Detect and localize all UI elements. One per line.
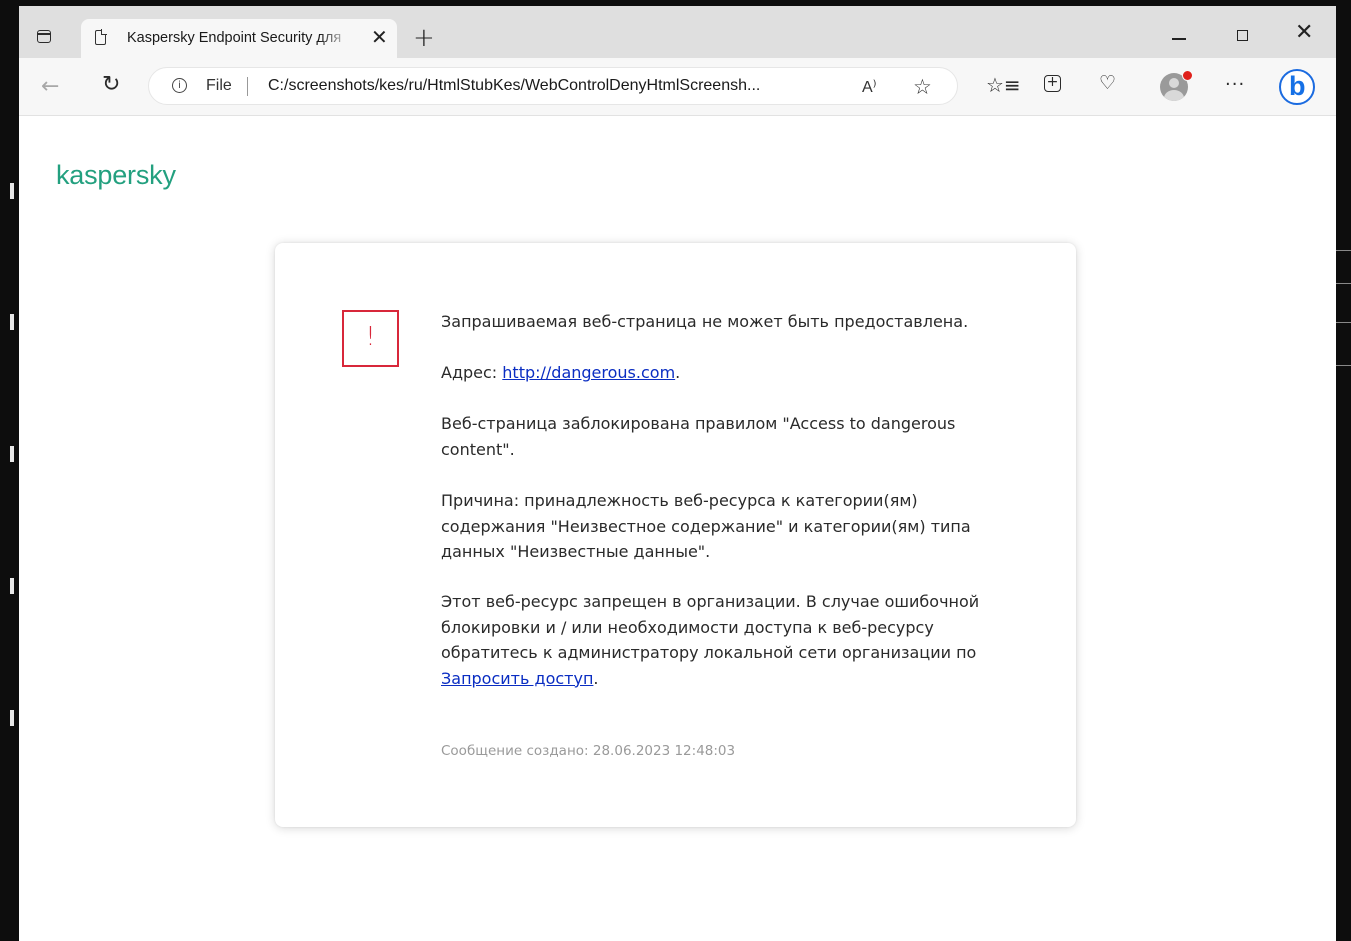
reason-text: Причина: принадлежность веб-ресурса к ка… [441, 491, 971, 561]
tab-close-icon[interactable]: ✕ [371, 27, 388, 47]
favorite-star-icon[interactable]: ☆ [913, 75, 932, 99]
address-label: Адрес: [441, 363, 503, 382]
tab-actions-icon[interactable] [37, 30, 51, 43]
edge-line [1336, 365, 1351, 366]
warning-icon: ! [342, 310, 399, 367]
profile-badge [1182, 70, 1193, 81]
edge-fragment [10, 578, 14, 594]
address-separator [247, 77, 248, 96]
scheme-label: File [206, 77, 232, 94]
browser-window: Kaspersky Endpoint Security для ✕ + ✕ ← … [19, 6, 1336, 941]
minimize-button[interactable] [1172, 38, 1186, 40]
kaspersky-logo: kaspersky [56, 160, 176, 190]
info-icon[interactable]: i [172, 78, 187, 93]
screen-edge-left [0, 0, 19, 941]
reload-icon[interactable]: ↻ [102, 74, 120, 96]
block-message-card: ! Запрашиваемая веб-страница не может бы… [275, 243, 1076, 827]
blocked-address: Адрес: http://dangerous.com. [441, 360, 1001, 386]
block-heading: Запрашиваемая веб-страница не может быть… [441, 312, 969, 331]
url-text[interactable]: C:/screenshots/kes/ru/HtmlStubKes/WebCon… [268, 77, 760, 95]
address-bar[interactable]: i File C:/screenshots/kes/ru/HtmlStubKes… [148, 67, 958, 105]
edge-line [1336, 322, 1351, 323]
edge-line [1336, 283, 1351, 284]
organization-suffix: . [593, 668, 599, 688]
rule-text: Веб-страница заблокирована правилом "Acc… [441, 414, 956, 459]
close-window-button[interactable]: ✕ [1295, 20, 1313, 46]
edge-fragment [10, 446, 14, 462]
collections-icon[interactable]: + [1044, 75, 1061, 92]
back-arrow-icon[interactable]: ← [41, 76, 59, 98]
bing-logo: b [1289, 71, 1306, 101]
edge-line [1336, 250, 1351, 251]
edge-fragment [10, 183, 14, 199]
edge-fragment [10, 710, 14, 726]
edge-fragment [10, 314, 14, 330]
browser-tab[interactable]: Kaspersky Endpoint Security для ✕ [81, 19, 397, 58]
document-icon [95, 29, 107, 45]
more-menu-icon[interactable]: ··· [1225, 76, 1245, 94]
title-bar: Kaspersky Endpoint Security для ✕ + ✕ [19, 6, 1336, 58]
message-timestamp: Сообщение создано: 28.06.2023 12:48:03 [441, 743, 736, 759]
tab-title: Kaspersky Endpoint Security для [127, 30, 342, 46]
read-aloud-icon[interactable]: A⁾ [862, 77, 877, 97]
page-content: kaspersky ! Запрашиваемая веб-страница н… [19, 116, 1336, 941]
bing-chat-icon[interactable]: b [1279, 69, 1315, 105]
blocked-url-link[interactable]: http://dangerous.com [502, 363, 675, 382]
warning-symbol: ! [365, 322, 376, 352]
request-access-link[interactable]: Запросить доступ [441, 669, 593, 688]
address-suffix: . [675, 363, 681, 382]
screen-edge-right [1336, 0, 1351, 941]
browser-toolbar: ← ↻ i File C:/screenshots/kes/ru/HtmlStu… [19, 58, 1336, 116]
organization-text: Этот веб-ресурс запрещен в организации. … [441, 589, 1001, 691]
favorites-icon[interactable]: ☆≡ [986, 75, 1021, 95]
maximize-button[interactable] [1237, 30, 1248, 41]
browser-essentials-icon[interactable]: ♡ [1099, 74, 1116, 93]
new-tab-button[interactable]: + [413, 25, 435, 51]
organization-message: Этот веб-ресурс запрещен в организации. … [441, 592, 980, 662]
